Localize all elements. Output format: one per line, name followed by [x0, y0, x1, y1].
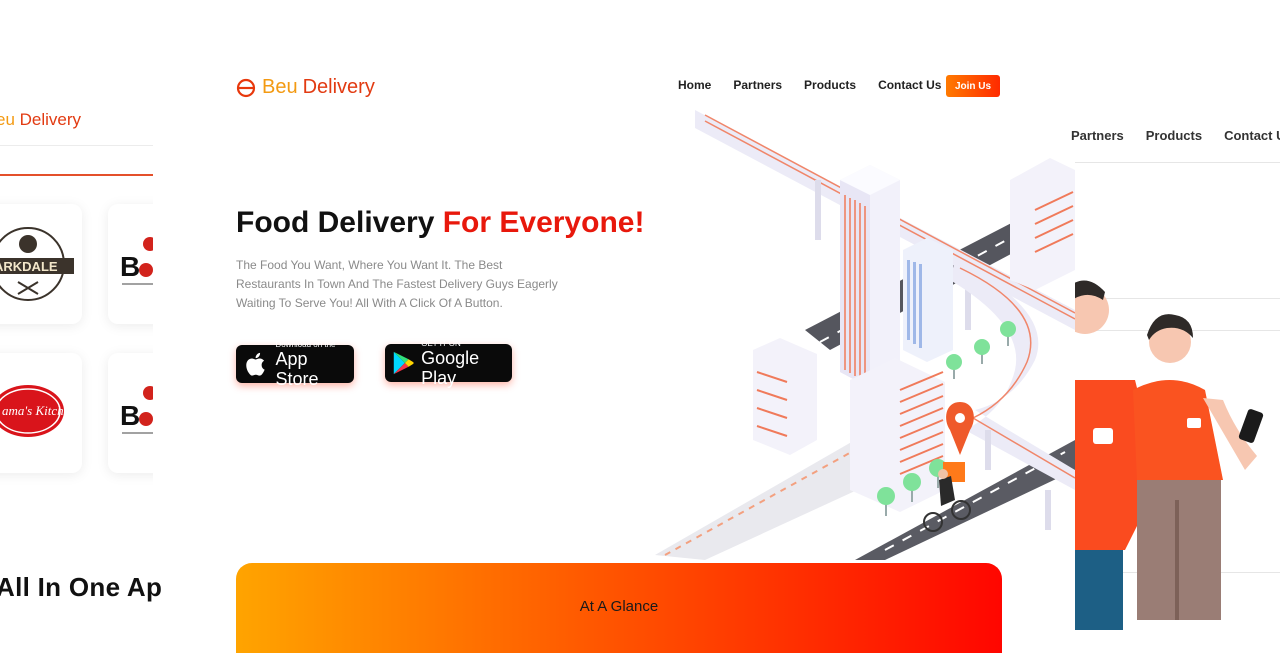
gplay-small-text: GET IT ON	[421, 338, 461, 348]
left-page-heading: All In One Ap	[0, 572, 163, 602]
google-play-icon	[393, 351, 414, 375]
main-nav: Home Partners Products Contact Us	[678, 78, 963, 92]
hero-title-part1: Food Delivery	[236, 206, 443, 239]
svg-text:ARKDALE: ARKDALE	[0, 259, 58, 274]
gplay-big-text: Google Play	[421, 347, 480, 388]
hero-description: The Food You Want, Where You Want It. Th…	[236, 258, 558, 310]
logo-delivery-text: Delivery	[302, 76, 375, 98]
nav-contact-us[interactable]: Contact Us	[878, 78, 941, 92]
hero-title: Food Delivery For Everyone!	[236, 206, 644, 240]
partner-card-mamas-kitchen[interactable]: ama's Kitchen	[0, 353, 82, 473]
app-store-button[interactable]: Download on the App Store	[236, 340, 354, 389]
left-logo: eu Delivery	[0, 110, 81, 130]
right-nav-products[interactable]: Products	[1146, 128, 1202, 143]
right-nav: Partners Products Contact Us	[1071, 128, 1280, 143]
brand-logo[interactable]: Beu Delivery	[236, 76, 375, 99]
join-us-button[interactable]: Join Us	[946, 75, 1000, 97]
mamas-kitchen-logo: ama's Kitchen	[0, 385, 76, 437]
left-accent-line	[0, 174, 153, 176]
page-gap	[153, 0, 222, 645]
appstore-small-text: Download on the	[275, 339, 336, 349]
svg-text:ama's Kitchen: ama's Kitchen	[2, 403, 76, 418]
hero-title-part2: For Everyone!	[442, 206, 645, 239]
beu-logo-icon	[236, 78, 256, 97]
logo-beu-text: Beu	[262, 76, 298, 98]
right-nav-partners[interactable]: Partners	[1071, 128, 1124, 143]
svg-text:B: B	[120, 400, 140, 431]
nav-home[interactable]: Home	[678, 78, 711, 92]
right-nav-contact[interactable]: Contact Us	[1224, 128, 1280, 143]
appstore-big-text: App Store	[275, 348, 319, 389]
delivery-people-illustration	[1075, 280, 1264, 630]
left-divider	[0, 145, 153, 146]
partner-card-parkdale[interactable]: ARKDALE	[0, 204, 82, 324]
nav-partners[interactable]: Partners	[733, 78, 782, 92]
nav-products[interactable]: Products	[804, 78, 856, 92]
apple-icon	[246, 352, 265, 376]
right-divider	[1075, 162, 1280, 163]
google-play-button[interactable]: GET IT ON Google Play	[385, 339, 512, 388]
parkdale-logo: ARKDALE	[0, 227, 74, 301]
svg-text:B: B	[120, 251, 140, 282]
left-logo-delivery: Delivery	[14, 110, 82, 129]
at-a-glance-label: At A Glance	[579, 598, 659, 615]
city-delivery-illustration	[655, 110, 1075, 560]
left-logo-beu: eu	[0, 110, 15, 129]
